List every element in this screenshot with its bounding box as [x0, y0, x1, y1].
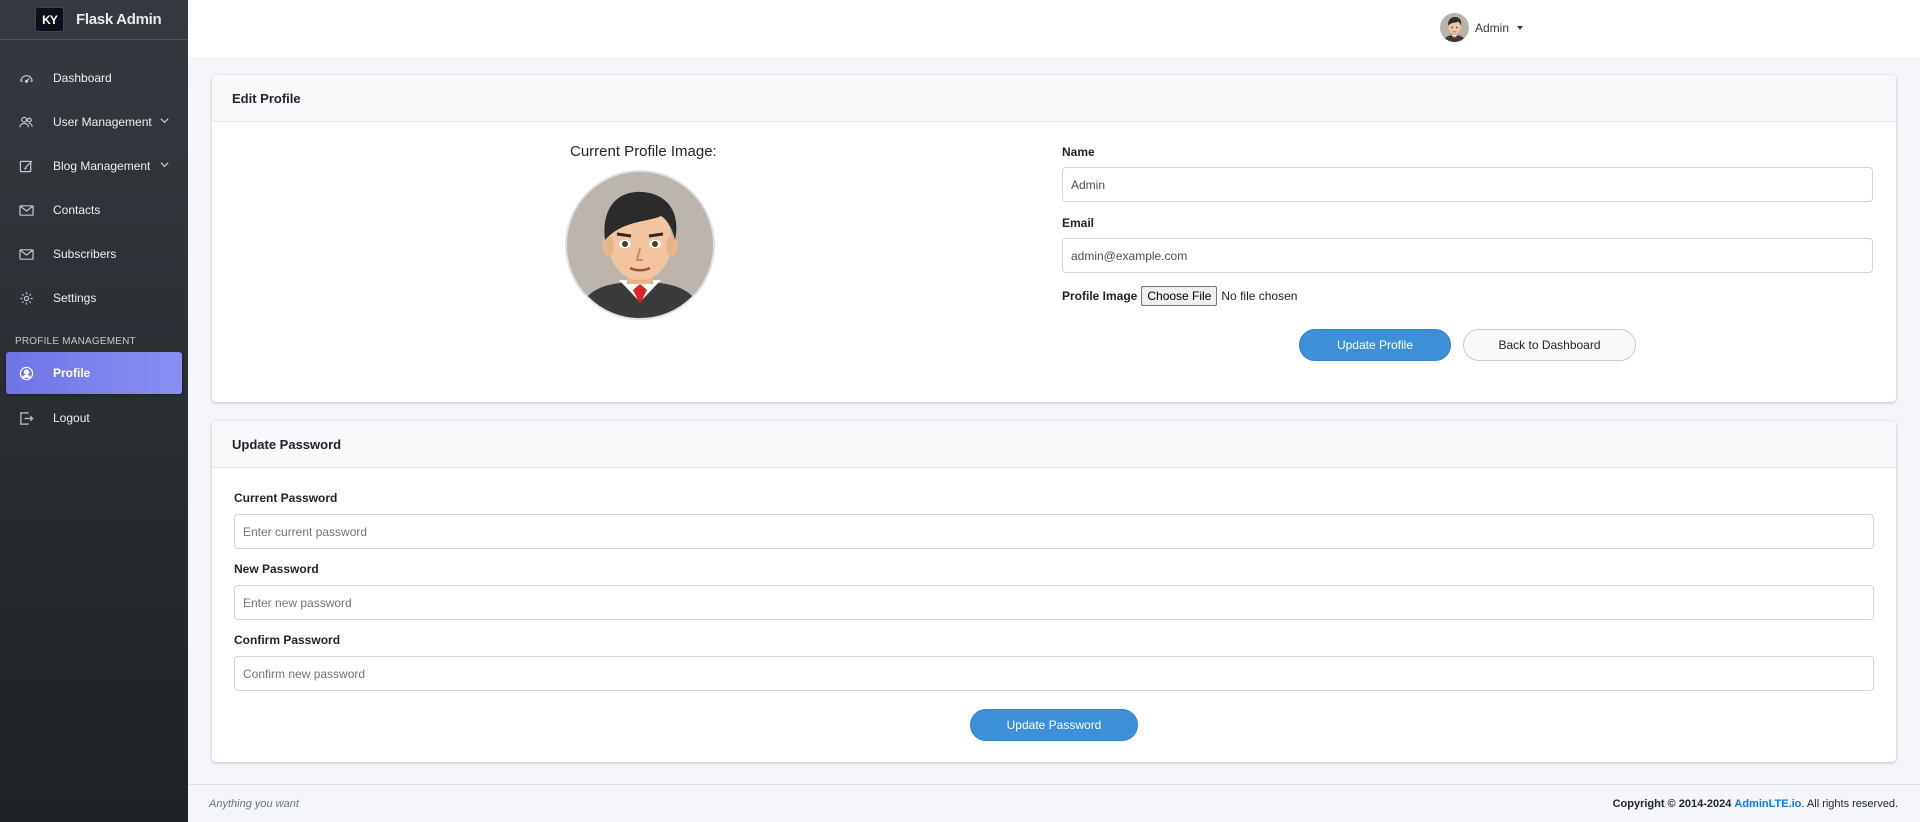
sidebar-item-label: Profile	[53, 366, 91, 380]
sidebar-item-label: Dashboard	[53, 71, 112, 85]
profile-image	[565, 170, 715, 320]
choose-file-button[interactable]: Choose File	[1141, 286, 1218, 306]
name-label: Name	[1062, 145, 1095, 159]
email-input[interactable]	[1062, 238, 1873, 273]
update-password-card: Update Password Current Password New Pas…	[212, 421, 1896, 762]
profile-image-title: Current Profile Image:	[570, 143, 717, 160]
update-profile-button[interactable]: Update Profile	[1299, 329, 1451, 361]
sidebar-item-user-management[interactable]: User Management	[0, 100, 188, 144]
update-password-button[interactable]: Update Password	[970, 709, 1138, 741]
back-to-dashboard-button[interactable]: Back to Dashboard	[1463, 329, 1636, 361]
copyright-text: Copyright © 2014-2024	[1612, 797, 1732, 810]
chevron-down-icon[interactable]	[159, 159, 170, 173]
sidebar-item-label: Logout	[53, 411, 90, 425]
card-title: Update Password	[212, 421, 1896, 468]
footer: Anything you want Copyright © 2014-2024 …	[188, 784, 1920, 822]
gauge-icon	[18, 70, 34, 86]
sidebar-item-label: User Management	[53, 115, 152, 129]
users-icon	[18, 114, 34, 130]
sidebar-item-settings[interactable]: Settings	[0, 276, 188, 320]
sidebar-item-subscribers[interactable]: Subscribers	[0, 232, 188, 276]
confirm-password-input[interactable]	[234, 656, 1874, 691]
current-password-label: Current Password	[234, 491, 338, 505]
adminlte-link[interactable]: AdminLTE.io	[1734, 798, 1801, 810]
email-label: Email	[1062, 216, 1095, 230]
topbar: Admin	[188, 0, 1920, 57]
sidebar-item-contacts[interactable]: Contacts	[0, 188, 188, 232]
gear-icon	[18, 290, 34, 306]
profile-image-field: Profile Image Choose File No file chosen	[1062, 286, 1297, 306]
sidebar-section-header: PROFILE MANAGEMENT	[15, 335, 136, 347]
sidebar-item-profile[interactable]: Profile	[6, 352, 182, 394]
user-circle-icon	[18, 365, 34, 381]
new-password-label: New Password	[234, 562, 319, 576]
caret-down-icon	[1517, 25, 1524, 30]
sidebar-item-label: Contacts	[53, 203, 101, 217]
sidebar-nav: Dashboard User Management Blog Managemen…	[0, 40, 188, 440]
brand[interactable]: KY Flask Admin	[0, 0, 188, 40]
card-title: Edit Profile	[212, 75, 1896, 122]
sidebar-item-label: Subscribers	[53, 247, 117, 261]
sidebar: KY Flask Admin Dashboard User Management…	[0, 0, 188, 822]
file-status: No file chosen	[1221, 289, 1298, 303]
edit-icon	[18, 158, 34, 174]
chevron-down-icon[interactable]	[159, 115, 170, 129]
footer-tagline: Anything you want	[209, 797, 299, 810]
name-input[interactable]	[1062, 167, 1873, 202]
rights-text: . All rights reserved.	[1801, 797, 1898, 810]
user-menu[interactable]: Admin	[1440, 13, 1524, 42]
sidebar-item-label: Settings	[53, 291, 97, 305]
envelope-icon	[18, 246, 34, 262]
sidebar-item-logout[interactable]: Logout	[0, 396, 188, 440]
sidebar-item-dashboard[interactable]: Dashboard	[0, 56, 188, 100]
confirm-password-label: Confirm Password	[234, 633, 341, 647]
profile-image-label: Profile Image	[1062, 289, 1138, 303]
new-password-input[interactable]	[234, 585, 1874, 620]
edit-profile-card: Edit Profile Current Profile Image: Name…	[212, 75, 1896, 402]
user-name: Admin	[1475, 20, 1510, 35]
logout-icon	[18, 410, 34, 426]
envelope-icon	[18, 202, 34, 218]
footer-copyright: Copyright © 2014-2024 AdminLTE.io. All r…	[1613, 798, 1898, 810]
brand-name: Flask Admin	[76, 11, 162, 28]
brand-logo: KY	[35, 7, 64, 32]
sidebar-item-label: Blog Management	[53, 159, 151, 173]
avatar	[1440, 13, 1469, 42]
sidebar-item-blog-management[interactable]: Blog Management	[0, 144, 188, 188]
current-password-input[interactable]	[234, 514, 1874, 549]
